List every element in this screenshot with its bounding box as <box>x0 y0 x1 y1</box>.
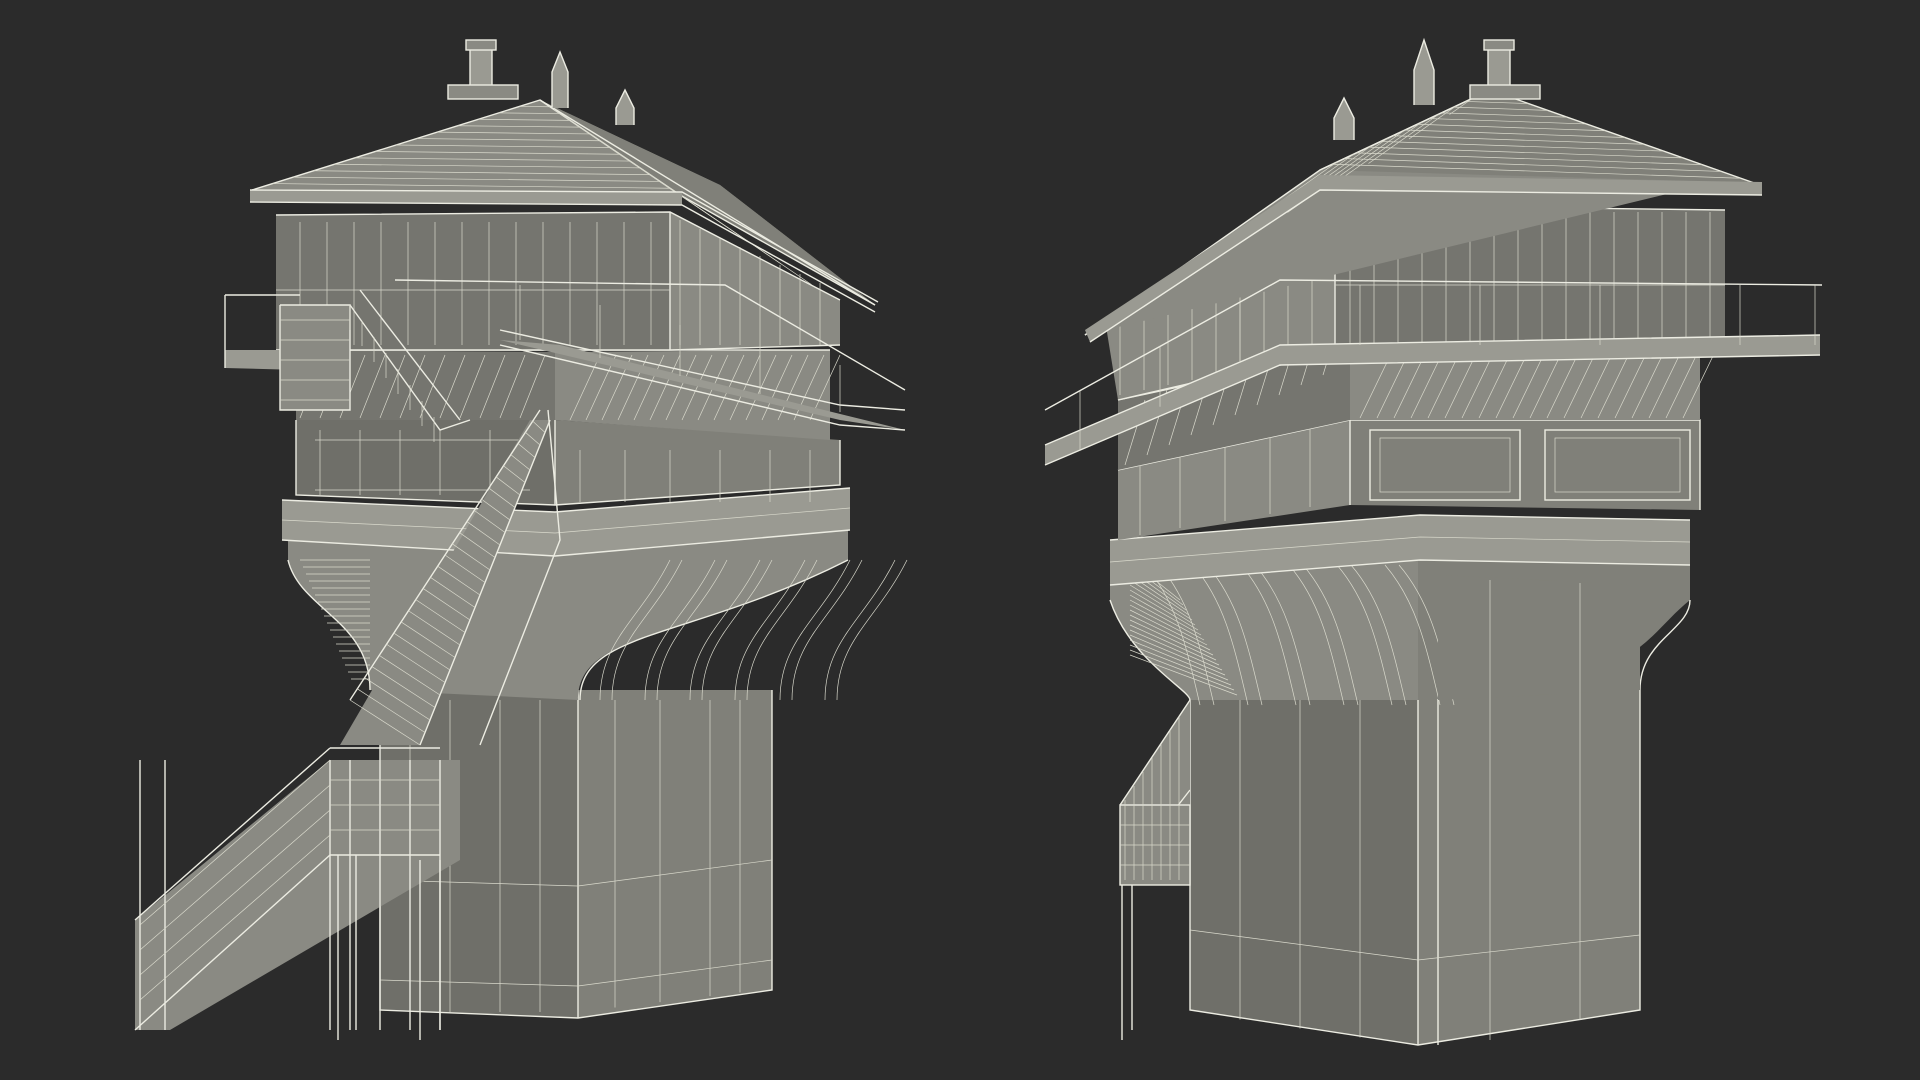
render-viewport <box>0 0 1920 1080</box>
right-side-stair <box>1119 699 1191 1040</box>
tower-left-view <box>134 39 908 1040</box>
wireframe-render <box>134 37 1823 1046</box>
tower-right-view <box>1044 37 1823 1046</box>
